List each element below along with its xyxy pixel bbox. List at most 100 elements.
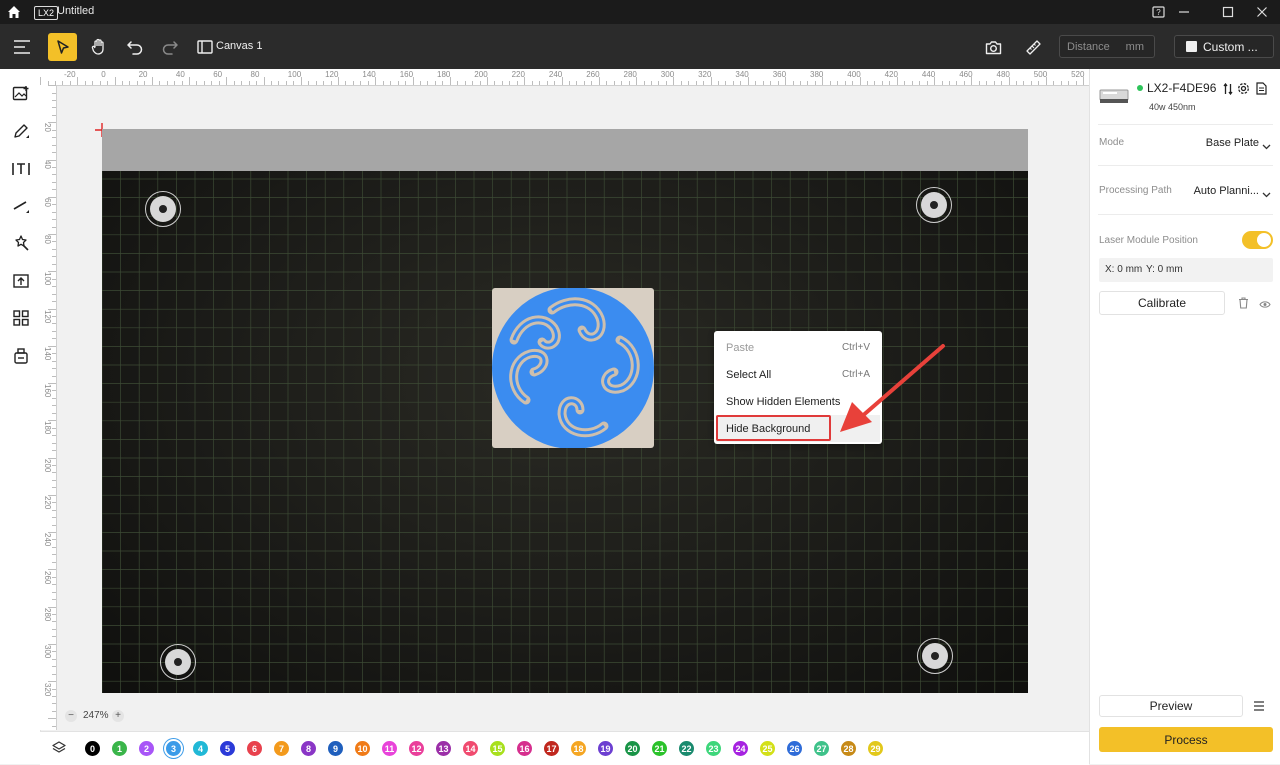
layer-chip-9[interactable]: 9 [328, 741, 343, 756]
zoom-in-button[interactable]: + [112, 710, 124, 722]
settings-gear-icon[interactable] [1237, 82, 1250, 98]
trash-icon[interactable] [1238, 297, 1249, 312]
add-image-icon[interactable] [10, 83, 32, 105]
layer-chip-24[interactable]: 24 [733, 741, 748, 756]
ruler-label: 140 [362, 70, 376, 79]
layer-chip-7[interactable]: 7 [274, 741, 289, 756]
device-name[interactable]: LX2-F4DE96 [1147, 81, 1216, 95]
redo-button[interactable] [157, 34, 183, 60]
ruler-label: 100 [43, 272, 52, 286]
ruler-label: 320 [43, 682, 52, 696]
knot-logo-icon[interactable] [492, 287, 654, 449]
eye-icon[interactable] [1259, 298, 1271, 312]
ruler-label: 500 [1033, 70, 1048, 79]
distance-input[interactable]: Distance mm [1059, 35, 1155, 58]
layer-chip-3[interactable]: 3 [166, 741, 181, 756]
layer-chip-22[interactable]: 22 [679, 741, 694, 756]
menu-icon[interactable] [9, 34, 35, 60]
ruler-label: 0 [101, 70, 106, 79]
laser-position-toggle[interactable] [1242, 231, 1273, 249]
laser-device-icon [1099, 87, 1129, 108]
layer-chip-29[interactable]: 29 [868, 741, 883, 756]
select-tool-button[interactable] [48, 33, 77, 61]
layer-chip-19[interactable]: 19 [598, 741, 613, 756]
layer-chip-17[interactable]: 17 [544, 741, 559, 756]
processing-path-select[interactable]: Auto Planni... [1194, 185, 1259, 197]
ruler-label: 260 [43, 570, 52, 584]
layer-chip-1[interactable]: 1 [112, 741, 127, 756]
ruler-label: 460 [959, 70, 973, 79]
layer-chip-11[interactable]: 11 [382, 741, 397, 756]
adjust-icon[interactable] [1222, 82, 1234, 98]
minimize-icon[interactable] [1166, 0, 1202, 24]
mode-select[interactable]: Base Plate [1206, 137, 1259, 149]
chevron-down-icon[interactable] [1262, 139, 1271, 153]
ruler-label: 520 [1071, 70, 1085, 79]
preview-button[interactable]: Preview [1099, 695, 1243, 717]
more-options-icon[interactable] [1253, 700, 1265, 714]
ruler-label: 360 [772, 70, 787, 79]
layers-icon[interactable] [51, 740, 67, 759]
layer-chip-8[interactable]: 8 [301, 741, 316, 756]
layer-chip-15[interactable]: 15 [490, 741, 505, 756]
close-icon[interactable] [1244, 0, 1280, 24]
layer-chip-6[interactable]: 6 [247, 741, 262, 756]
layer-chip-27[interactable]: 27 [814, 741, 829, 756]
layer-chip-23[interactable]: 23 [706, 741, 721, 756]
hand-tool-button[interactable] [86, 34, 112, 60]
layer-chip-2[interactable]: 2 [139, 741, 154, 756]
ruler-label: 200 [474, 70, 488, 79]
undo-button[interactable] [122, 34, 148, 60]
canvas-panel-icon[interactable] [192, 34, 218, 60]
home-icon[interactable] [6, 4, 22, 20]
layer-chip-18[interactable]: 18 [571, 741, 586, 756]
coord-y: Y: 0 mm [1146, 264, 1183, 275]
layer-chip-0[interactable]: 0 [85, 741, 100, 756]
ruler-label: 180 [43, 421, 52, 435]
coordinate-field: X: 0 mm Y: 0 mm [1099, 258, 1273, 282]
measure-button[interactable] [1020, 34, 1046, 60]
material-select[interactable]: Custom ... [1174, 35, 1274, 58]
canvas-name[interactable]: Canvas 1 [216, 40, 262, 52]
ruler-label: -20 [64, 70, 76, 79]
elements-library-icon[interactable] [10, 307, 32, 329]
layer-chip-21[interactable]: 21 [652, 741, 667, 756]
layer-chip-25[interactable]: 25 [760, 741, 775, 756]
coord-x: X: 0 mm [1105, 264, 1143, 275]
layer-chip-26[interactable]: 26 [787, 741, 802, 756]
window-title: Untitled [57, 5, 95, 17]
layer-chip-20[interactable]: 20 [625, 741, 640, 756]
magic-wand-icon[interactable] [10, 232, 32, 254]
layer-chip-10[interactable]: 10 [355, 741, 370, 756]
pen-icon[interactable] [10, 120, 32, 142]
zoom-out-button[interactable]: − [65, 710, 77, 722]
layer-chip-13[interactable]: 13 [436, 741, 451, 756]
layer-chip-16[interactable]: 16 [517, 741, 532, 756]
divider [1098, 124, 1273, 125]
chevron-down-icon[interactable] [1262, 187, 1271, 201]
title-bar: LX2 Untitled ? [0, 0, 1280, 24]
device-icon[interactable] [10, 345, 32, 367]
cursor-icon [56, 40, 69, 54]
layer-chip-28[interactable]: 28 [841, 741, 856, 756]
maximize-icon[interactable] [1210, 0, 1246, 24]
workpiece-tile[interactable] [492, 287, 654, 449]
import-icon[interactable] [10, 270, 32, 292]
calibrate-button[interactable]: Calibrate [1099, 291, 1225, 315]
menu-item-paste[interactable]: Paste [726, 342, 754, 354]
zoom-control: − 247% + [57, 706, 137, 726]
ruler-label: 80 [250, 70, 260, 79]
text-tool-icon[interactable] [10, 158, 32, 180]
menu-item-show-hidden[interactable]: Show Hidden Elements [726, 396, 840, 408]
line-tool-icon[interactable] [10, 195, 32, 217]
menu-item-select-all[interactable]: Select All [726, 369, 771, 381]
layer-chip-14[interactable]: 14 [463, 741, 478, 756]
process-button[interactable]: Process [1099, 727, 1273, 752]
ruler-label: 180 [437, 70, 451, 79]
layer-chip-4[interactable]: 4 [193, 741, 208, 756]
layer-chip-5[interactable]: 5 [220, 741, 235, 756]
ruler-label: 160 [399, 70, 414, 79]
layer-chip-12[interactable]: 12 [409, 741, 424, 756]
document-icon[interactable] [1256, 82, 1267, 98]
camera-button[interactable] [980, 34, 1006, 60]
